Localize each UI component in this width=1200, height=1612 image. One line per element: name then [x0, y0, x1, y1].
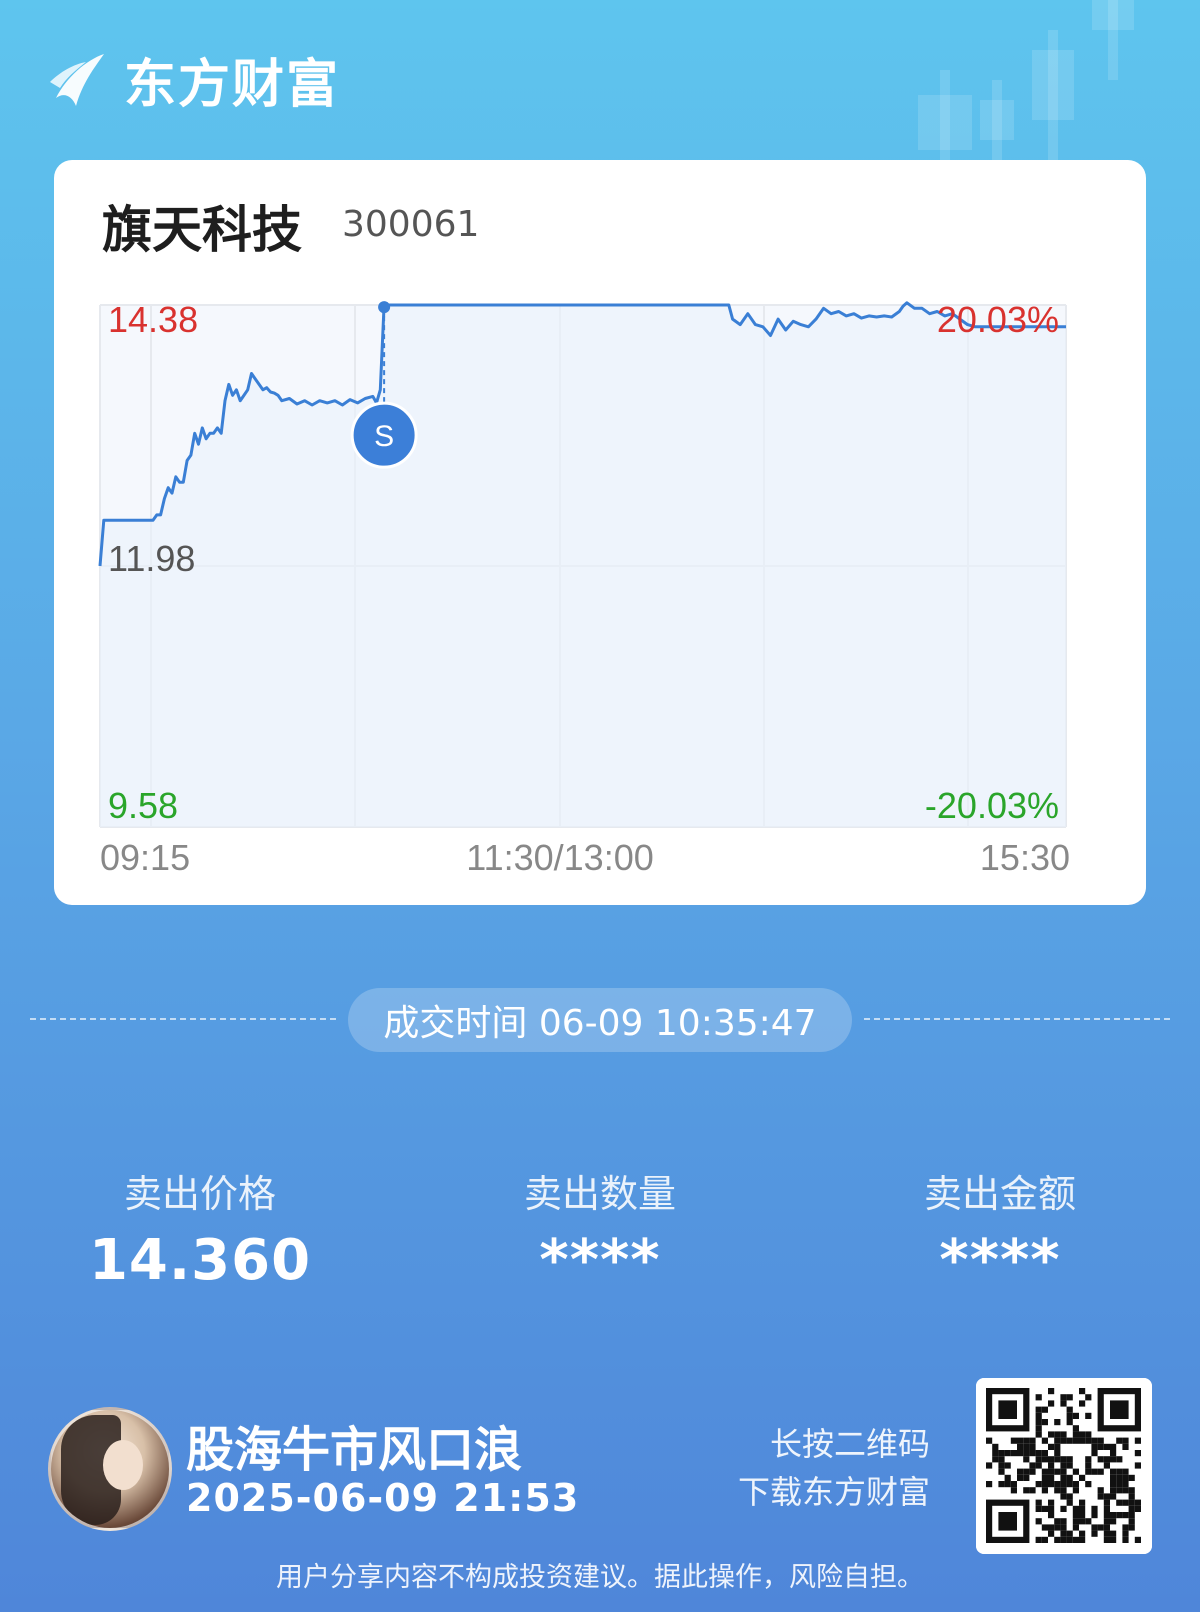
- user-name[interactable]: 股海牛市风口浪: [186, 1410, 522, 1480]
- stat-value: ****: [539, 1228, 661, 1293]
- x-tick-open: 09:15: [100, 837, 190, 878]
- eastmoney-logo-icon: [50, 54, 104, 106]
- qr-hint-line1: 长按二维码: [769, 1425, 930, 1463]
- stat-sell-quantity: 卖出数量 ****: [450, 1163, 750, 1293]
- qr-hint: 长按二维码 下载东方财富: [738, 1420, 930, 1516]
- price-high-label: 14.38: [108, 299, 198, 340]
- share-date: 2025-06-09 21:53: [186, 1476, 580, 1520]
- trade-time-badge: 成交时间 06-09 10:35:47: [348, 988, 852, 1052]
- brand-name: 东方财富: [124, 54, 341, 115]
- price-low-label: 9.58: [108, 785, 178, 826]
- x-tick-midday: 11:30/13:00: [466, 837, 654, 878]
- stat-label: 卖出数量: [523, 1172, 676, 1216]
- pct-low-label: -20.03%: [925, 785, 1059, 826]
- dashed-divider-left: [30, 1018, 336, 1020]
- user-avatar[interactable]: [48, 1407, 172, 1531]
- pct-high-label: 20.03%: [937, 299, 1059, 340]
- stat-label: 卖出金额: [923, 1172, 1076, 1216]
- sell-marker-label: S: [374, 420, 394, 453]
- disclaimer-text: 用户分享内容不构成投资建议。据此操作，风险自担。: [276, 1562, 924, 1593]
- qr-hint-line2: 下载东方财富: [737, 1473, 930, 1511]
- price-base-label: 11.98: [108, 538, 195, 579]
- stat-value: ****: [939, 1228, 1061, 1293]
- trade-time-row: 成交时间 06-09 10:35:47: [30, 988, 1170, 1052]
- dashed-divider-right: [864, 1018, 1170, 1020]
- stock-chart-card: 旗天科技 300061 S 14.38 11.98 9.58 20.03% -2: [54, 160, 1146, 905]
- intraday-chart: S 14.38 11.98 9.58 20.03% -20.03% 09:15 …: [98, 299, 1070, 878]
- qr-code-icon[interactable]: [976, 1378, 1152, 1554]
- stat-label: 卖出价格: [123, 1172, 276, 1216]
- brand-header: 东方财富: [46, 44, 341, 115]
- stat-sell-amount: 卖出金额 ****: [850, 1163, 1150, 1293]
- stat-value: 14.360: [88, 1228, 312, 1293]
- x-tick-close: 15:30: [980, 837, 1070, 878]
- stat-sell-price: 卖出价格 14.360: [50, 1163, 350, 1293]
